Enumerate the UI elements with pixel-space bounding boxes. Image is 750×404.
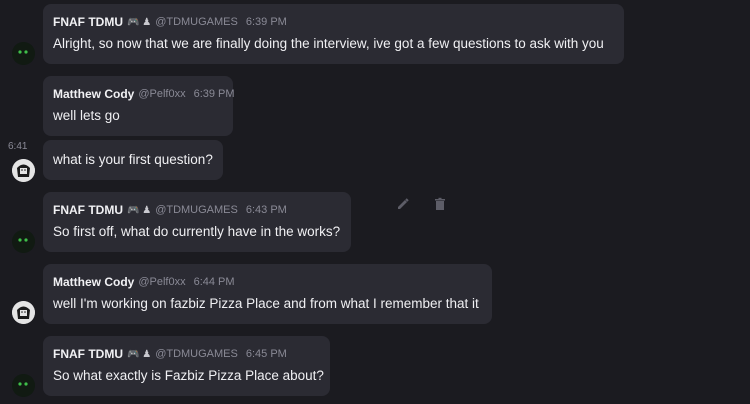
message-bubble: Matthew Cody @Pelf0xx 6:44 PM well I'm w… bbox=[43, 264, 492, 324]
author-name[interactable]: Matthew Cody bbox=[53, 87, 134, 101]
author-handle: @TDMUGAMES bbox=[155, 204, 238, 216]
avatar-fnaf-tdmu[interactable] bbox=[12, 374, 35, 397]
message-text: So first off, what do currently have in … bbox=[53, 224, 341, 239]
timestamp: 6:39 PM bbox=[193, 88, 235, 100]
avatar-matthew-cody[interactable] bbox=[12, 159, 35, 182]
message-text: well lets go bbox=[53, 108, 120, 123]
message-bubble: Matthew Cody @Pelf0xx 6:39 PM well lets … bbox=[43, 76, 235, 136]
avatar-fnaf-tdmu[interactable] bbox=[12, 230, 35, 253]
message-bubble: FNAF TDMU 🎮 ♟ @TDMUGAMES 6:45 PM So what… bbox=[43, 336, 330, 396]
message-bubble: FNAF TDMU 🎮 ♟ @TDMUGAMES 6:43 PM So firs… bbox=[43, 192, 351, 252]
hover-timestamp: 6:41 bbox=[8, 141, 28, 152]
message-header: Matthew Cody @Pelf0xx 6:39 PM bbox=[53, 87, 235, 101]
timestamp: 6:39 PM bbox=[245, 16, 287, 28]
message-header: FNAF TDMU 🎮 ♟ @TDMUGAMES 6:43 PM bbox=[53, 203, 287, 217]
role-badges: 🎮 ♟ bbox=[126, 204, 152, 216]
author-name[interactable]: Matthew Cody bbox=[53, 275, 134, 289]
author-handle: @TDMUGAMES bbox=[155, 16, 238, 28]
message-bubble: FNAF TDMU 🎮 ♟ @TDMUGAMES 6:39 PM Alright… bbox=[43, 4, 624, 64]
message-text: So what exactly is Fazbiz Pizza Place ab… bbox=[53, 368, 324, 383]
message-text: Alright, so now that we are finally doin… bbox=[53, 36, 604, 51]
avatar-fnaf-tdmu[interactable] bbox=[12, 42, 35, 65]
author-handle: @TDMUGAMES bbox=[155, 348, 238, 360]
message-header: FNAF TDMU 🎮 ♟ @TDMUGAMES 6:45 PM bbox=[53, 347, 287, 361]
message-text: what is your first question? bbox=[53, 152, 213, 167]
timestamp: 6:45 PM bbox=[245, 348, 287, 360]
timestamp: 6:44 PM bbox=[193, 276, 235, 288]
message-text: well I'm working on fazbiz Pizza Place a… bbox=[53, 296, 479, 311]
author-name[interactable]: FNAF TDMU bbox=[53, 347, 123, 361]
author-name[interactable]: FNAF TDMU bbox=[53, 203, 123, 217]
avatar-matthew-cody[interactable] bbox=[12, 301, 35, 324]
pencil-icon[interactable] bbox=[396, 197, 410, 214]
message-bubble: what is your first question? bbox=[43, 140, 223, 180]
trash-icon[interactable] bbox=[433, 197, 447, 214]
role-badges: 🎮 ♟ bbox=[126, 16, 152, 28]
author-handle: @Pelf0xx bbox=[138, 88, 186, 100]
timestamp: 6:43 PM bbox=[245, 204, 287, 216]
author-name[interactable]: FNAF TDMU bbox=[53, 15, 123, 29]
message-header: FNAF TDMU 🎮 ♟ @TDMUGAMES 6:39 PM bbox=[53, 15, 287, 29]
author-handle: @Pelf0xx bbox=[138, 276, 186, 288]
message-header: Matthew Cody @Pelf0xx 6:44 PM bbox=[53, 275, 235, 289]
role-badges: 🎮 ♟ bbox=[126, 348, 152, 360]
